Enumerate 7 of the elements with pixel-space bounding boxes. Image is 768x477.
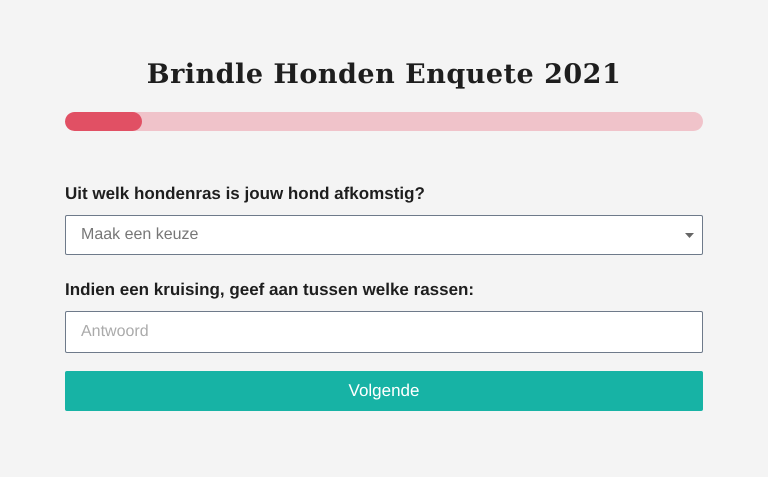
next-button[interactable]: Volgende (65, 371, 703, 411)
survey-title: Brindle Honden Enquete 2021 (146, 58, 622, 92)
question-label: Uit welk hondenras is jouw hond afkomstig? (65, 183, 425, 205)
answer-field[interactable]: Antwoord (65, 311, 703, 353)
caret-icon (685, 232, 694, 238)
question-label: Indien een kruising, geef aan tussen welke rassen: (65, 279, 474, 301)
select-field[interactable]: Maak een keuze (65, 215, 703, 255)
